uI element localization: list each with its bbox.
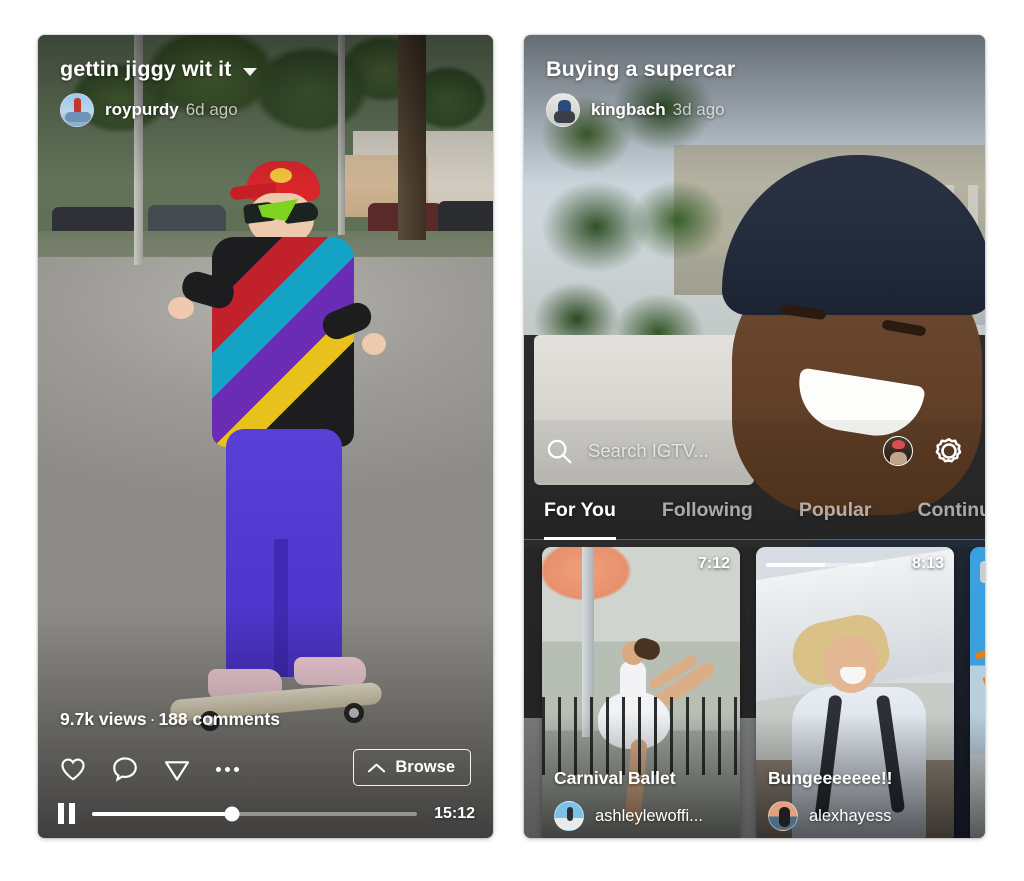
screenshot-canvas: gettin jiggy wit it roypurdy 6d ago 9.7k …	[0, 0, 1024, 881]
beanie-hat	[722, 155, 985, 315]
avatar[interactable]	[60, 93, 94, 127]
more-dots-icon[interactable]	[214, 754, 239, 784]
search-bar[interactable]: Search IGTV...	[524, 420, 985, 482]
username-label: ashleylewoffi...	[595, 806, 703, 825]
stats-separator: ·	[149, 709, 156, 729]
timestamp-label: 6d ago	[185, 100, 238, 119]
gear-icon[interactable]	[933, 435, 965, 467]
search-icon[interactable]	[544, 436, 574, 466]
search-input[interactable]: Search IGTV...	[588, 440, 883, 462]
pause-icon[interactable]	[58, 803, 75, 824]
comment-bubble-icon[interactable]	[110, 754, 140, 784]
avatar[interactable]	[768, 801, 798, 831]
views-count: 9.7k views	[60, 709, 147, 729]
progress-track[interactable]	[92, 806, 418, 821]
video-card-byline[interactable]: alexhayess	[768, 801, 892, 831]
username-label[interactable]: kingbach	[591, 100, 666, 119]
tree-trunk	[398, 35, 426, 240]
skateboard-wheel	[344, 703, 364, 723]
category-tabs: For You Following Popular Continue W	[524, 482, 985, 540]
chevron-up-icon	[368, 763, 386, 772]
video-card[interactable]: 7:12 Carnival Ballet ashleylewoffi...	[542, 547, 740, 838]
igtv-browse-screen: Buying a supercar kingbach 3d ago Search …	[524, 35, 985, 838]
phone-mockup-right: Buying a supercar kingbach 3d ago Search …	[524, 35, 985, 838]
player-scrubber-row: 15:12	[58, 803, 475, 824]
video-card-title: Carnival Ballet	[554, 768, 676, 788]
byline-text: kingbach 3d ago	[591, 100, 725, 120]
shoe-right	[294, 657, 366, 685]
watched-progress-track	[766, 563, 874, 567]
byline-text: roypurdy 6d ago	[105, 100, 238, 120]
duration-label: 15:12	[434, 804, 475, 822]
comments-count[interactable]: 188 comments	[158, 709, 280, 729]
colorblock-jacket	[212, 237, 354, 447]
head	[824, 635, 878, 693]
tab-continue-watching[interactable]: Continue W	[917, 482, 985, 539]
username-label: alexhayess	[809, 806, 892, 825]
hand-right	[362, 333, 386, 355]
tab-label: For You	[544, 499, 616, 521]
igtv-browse-panel: Search IGTV... For You Following Popular…	[524, 420, 985, 838]
video-byline[interactable]: roypurdy 6d ago	[60, 93, 238, 127]
chevron-down-icon[interactable]	[242, 67, 257, 76]
progress-fill	[92, 811, 232, 816]
video-card-title: Bungeeeeeee!!	[768, 768, 893, 788]
video-title-row: Buying a supercar	[546, 57, 735, 82]
avatar[interactable]	[546, 93, 580, 127]
duration-badge: 8:13	[911, 555, 944, 572]
cap-logo	[270, 168, 292, 183]
duration-badge: 7:12	[697, 555, 730, 572]
video-title-row[interactable]: gettin jiggy wit it	[60, 57, 257, 82]
igtv-player-screen: gettin jiggy wit it roypurdy 6d ago 9.7k …	[38, 35, 493, 838]
avatar[interactable]	[554, 801, 584, 831]
watched-progress-fill	[766, 563, 826, 567]
tab-popular[interactable]: Popular	[799, 482, 897, 539]
browse-button[interactable]: Browse	[353, 749, 471, 786]
tab-label: Following	[661, 499, 753, 521]
tower-top	[980, 561, 985, 583]
username-label[interactable]: roypurdy	[105, 100, 179, 119]
browse-label: Browse	[395, 758, 455, 776]
page-title: gettin jiggy wit it	[60, 57, 232, 81]
video-shelf[interactable]: 7:12 Carnival Ballet ashleylewoffi... 8:…	[524, 547, 985, 838]
page-title: Buying a supercar	[546, 57, 736, 81]
action-bar	[58, 754, 239, 784]
tab-label: Continue W	[917, 499, 985, 521]
profile-avatar-icon[interactable]	[883, 436, 913, 466]
progress-knob[interactable]	[224, 806, 240, 821]
torso	[620, 661, 646, 709]
phone-mockup-left: gettin jiggy wit it roypurdy 6d ago 9.7k …	[38, 35, 493, 838]
skateboarder-figure	[168, 157, 386, 757]
video-stats: 9.7k views · 188 comments	[60, 709, 280, 730]
video-card-byline[interactable]: ashleylewoffi...	[554, 801, 703, 831]
video-card-partial[interactable]	[970, 547, 985, 838]
sunglasses	[242, 199, 320, 225]
video-card[interactable]: 8:13 Bungeeeeeee!! alexhayess	[756, 547, 954, 838]
video-byline[interactable]: kingbach 3d ago	[546, 93, 725, 127]
thumbnail-scrim	[970, 713, 985, 838]
purple-pants	[226, 429, 342, 677]
hand-left	[168, 297, 194, 319]
tab-for-you[interactable]: For You	[544, 482, 641, 540]
tab-label: Popular	[798, 499, 872, 521]
paper-plane-icon[interactable]	[162, 754, 192, 784]
tab-following[interactable]: Following	[662, 482, 778, 539]
heart-icon[interactable]	[58, 754, 88, 784]
timestamp-label: 3d ago	[672, 100, 725, 119]
